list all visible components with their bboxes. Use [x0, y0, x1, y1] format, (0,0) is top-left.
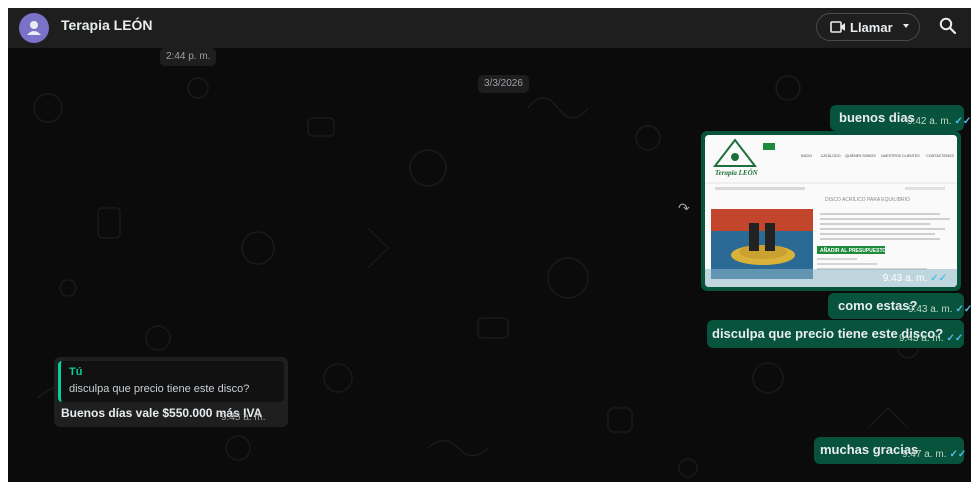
quote-text: disculpa que precio tiene este disco?: [69, 383, 250, 395]
preview-nav-item: QUIENES SOMOS: [845, 154, 876, 158]
avatar[interactable]: [19, 13, 49, 43]
image-message[interactable]: Terapia LEÓN INICIO CATÁLOGO QUIENES SOMOS…: [701, 131, 961, 291]
message-text: buenos dias: [839, 110, 915, 125]
website-screenshot: Terapia LEÓN INICIO CATÁLOGO QUIENES SOMOS…: [705, 135, 957, 287]
message-bubble-outgoing[interactable]: muchas gracias 9:47 a. m. ✓✓: [814, 437, 966, 464]
read-ticks-icon: ✓✓: [946, 333, 964, 344]
message-bubble-outgoing[interactable]: como estas? 9:43 a. m. ✓✓: [828, 293, 971, 319]
preview-product-title: DISCO ACRÍLICO PARA EQUILIBRIO: [825, 196, 910, 203]
message-time: 9:45 a. m.: [221, 412, 266, 423]
message-meta: 9:42 a. m. ✓✓: [907, 116, 971, 127]
preview-cta: AÑADIR AL PRESUPUESTO: [820, 247, 886, 254]
time-separator: 2:44 p. m.: [160, 48, 217, 66]
image-preview[interactable]: Terapia LEÓN INICIO CATÁLOGO QUIENES SOMOS…: [705, 135, 957, 287]
quoted-message[interactable]: Tú disculpa que precio tiene este disco?: [58, 361, 284, 402]
preview-nav-item: CATÁLOGO: [821, 154, 841, 158]
date-separator: 3/3/2026: [478, 75, 529, 93]
message-meta: 9:47 a. m. ✓✓: [902, 449, 966, 460]
call-button[interactable]: Llamar: [816, 13, 920, 41]
quote-author: Tú: [69, 366, 83, 378]
preview-nav-item: NUESTROS CLIENTES: [881, 154, 920, 158]
message-time: 9:43 a. m.: [882, 273, 928, 284]
chevron-down-icon: [903, 24, 909, 28]
message-time: 9:43 a. m.: [908, 304, 953, 315]
message-time: 9:43 a. m.: [899, 333, 944, 344]
message-bubble-outgoing[interactable]: buenos dias 9:42 a. m. ✓✓: [830, 105, 971, 131]
message-meta: 9:43 a. m. ✓✓: [899, 333, 963, 344]
read-ticks-icon: ✓✓: [955, 304, 971, 315]
message-time: 9:47 a. m.: [902, 449, 947, 460]
message-bubble-incoming[interactable]: Tú disculpa que precio tiene este disco?…: [54, 357, 288, 427]
chat-window: Terapia LEÓN Llamar 2:44 p. m. 3/3/2026 …: [8, 8, 971, 482]
read-ticks-icon: ✓✓: [949, 449, 967, 460]
preview-nav-item: INICIO: [801, 154, 812, 158]
message-meta: 9:43 a. m. ✓✓: [883, 273, 947, 284]
forward-icon[interactable]: ↷: [678, 200, 690, 217]
read-ticks-icon: ✓✓: [954, 116, 971, 127]
message-time: 9:42 a. m.: [907, 116, 952, 127]
preview-brand: Terapia LEÓN: [715, 169, 759, 177]
message-meta: 9:43 a. m. ✓✓: [908, 304, 971, 315]
chat-header: Terapia LEÓN Llamar: [8, 8, 971, 48]
video-camera-icon: [830, 21, 845, 33]
user-icon: [27, 21, 41, 35]
read-ticks-icon: ✓✓: [930, 273, 947, 284]
message-text: como estas?: [838, 298, 918, 313]
call-button-label: Llamar: [850, 20, 893, 35]
message-bubble-outgoing[interactable]: disculpa que precio tiene este disco? 9:…: [707, 320, 964, 348]
search-icon[interactable]: [939, 17, 957, 35]
contact-name[interactable]: Terapia LEÓN: [61, 17, 153, 33]
preview-nav-item: CONTÁCTENOS: [926, 154, 954, 158]
